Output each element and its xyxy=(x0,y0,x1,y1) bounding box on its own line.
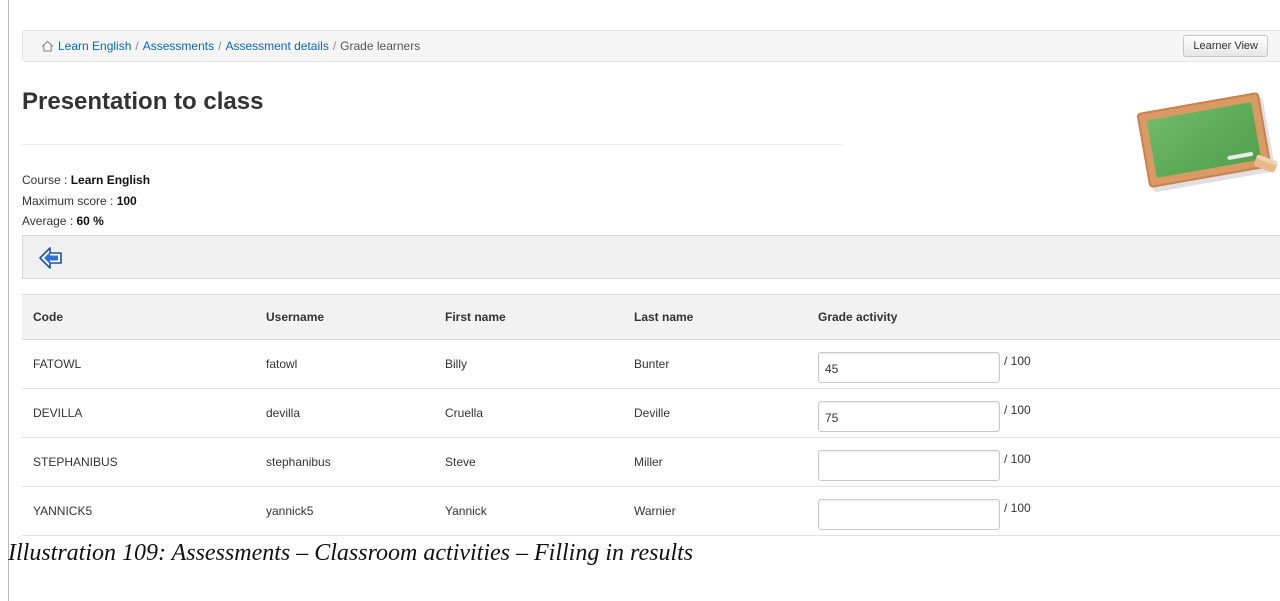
cell-last-name: Warnier xyxy=(623,486,807,536)
cell-grade: / 100 xyxy=(807,486,1280,536)
cell-code: DEVILLA xyxy=(22,388,255,438)
grade-input[interactable] xyxy=(818,498,1000,530)
cell-username: devilla xyxy=(255,388,434,438)
table-row: DEVILLA devilla Cruella Deville / 100 xyxy=(22,388,1280,438)
cell-last-name: Deville xyxy=(623,388,807,438)
breadcrumb: Learn English / Assessments / Assessment det… xyxy=(41,38,420,56)
cell-first-name: Billy xyxy=(434,339,623,389)
max-score-value: 100 xyxy=(116,194,137,208)
breadcrumb-link-assessments[interactable]: Assessments xyxy=(143,39,214,53)
breadcrumb-current: Grade learners xyxy=(340,39,421,53)
home-icon[interactable] xyxy=(41,40,54,56)
cell-code: YANNICK5 xyxy=(22,486,255,536)
grades-table: Code Username First name Last name Grade… xyxy=(22,294,1280,536)
column-header-code[interactable]: Code xyxy=(22,294,255,340)
cell-last-name: Bunter xyxy=(623,339,807,389)
average-info: Average : 60 % xyxy=(22,214,104,229)
column-header-first-name[interactable]: First name xyxy=(434,294,623,340)
cell-grade: / 100 xyxy=(807,339,1280,389)
course-value: Learn English xyxy=(70,173,151,187)
left-margin-rule xyxy=(8,0,9,601)
cell-first-name: Cruella xyxy=(434,388,623,438)
table-header-row: Code Username First name Last name Grade… xyxy=(22,294,1280,340)
column-header-grade-activity: Grade activity xyxy=(807,294,1280,340)
course-info: Course : Learn English xyxy=(22,173,150,188)
course-label: Course : xyxy=(22,173,71,187)
page-title: Presentation to class xyxy=(22,88,264,115)
table-row: YANNICK5 yannick5 Yannick Warnier / 100 xyxy=(22,486,1280,536)
cell-last-name: Miller xyxy=(623,437,807,487)
table-row: FATOWL fatowl Billy Bunter / 100 xyxy=(22,339,1280,389)
breadcrumb-separator: / xyxy=(218,39,222,53)
max-score-suffix: / 100 xyxy=(1004,451,1031,466)
learner-view-button[interactable]: Learner View xyxy=(1183,35,1268,57)
title-divider xyxy=(22,144,842,145)
max-score-info: Maximum score : 100 xyxy=(22,194,137,209)
cell-first-name: Steve xyxy=(434,437,623,487)
table-row: STEPHANIBUS stephanibus Steve Miller / 1… xyxy=(22,437,1280,487)
breadcrumb-link-assessment-details[interactable]: Assessment details xyxy=(225,39,328,53)
max-score-suffix: / 100 xyxy=(1004,402,1031,417)
column-header-username[interactable]: Username xyxy=(255,294,434,340)
back-arrow-icon[interactable] xyxy=(38,245,64,271)
max-score-label: Maximum score : xyxy=(22,194,117,208)
cell-code: FATOWL xyxy=(22,339,255,389)
max-score-suffix: / 100 xyxy=(1004,500,1031,515)
cell-code: STEPHANIBUS xyxy=(22,437,255,487)
average-label: Average : xyxy=(22,214,77,228)
cell-username: yannick5 xyxy=(255,486,434,536)
breadcrumb-bar: Learn English / Assessments / Assessment det… xyxy=(22,30,1280,62)
breadcrumb-link-course[interactable]: Learn English xyxy=(58,39,131,53)
cell-grade: / 100 xyxy=(807,437,1280,487)
cell-grade: / 100 xyxy=(807,388,1280,438)
average-value: 60 % xyxy=(76,214,104,228)
column-header-last-name[interactable]: Last name xyxy=(623,294,807,340)
cell-username: stephanibus xyxy=(255,437,434,487)
grade-input[interactable] xyxy=(818,400,1000,432)
chalkboard-icon xyxy=(1128,88,1280,197)
breadcrumb-separator: / xyxy=(135,39,139,53)
grade-input[interactable] xyxy=(818,449,1000,481)
cell-username: fatowl xyxy=(255,339,434,389)
breadcrumb-separator: / xyxy=(332,39,337,53)
actions-toolbar xyxy=(22,235,1280,279)
cell-first-name: Yannick xyxy=(434,486,623,536)
max-score-suffix: / 100 xyxy=(1004,353,1031,368)
figure-caption: Illustration 109: Assessments – Classroo… xyxy=(8,540,694,566)
grade-input[interactable] xyxy=(818,351,1000,383)
